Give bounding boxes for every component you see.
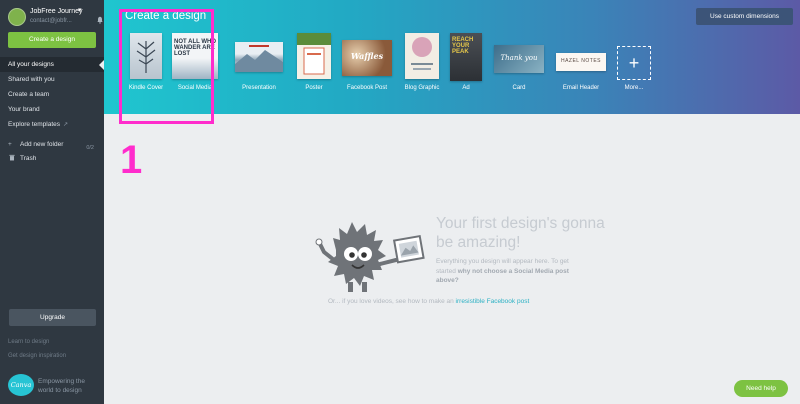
template-email-header[interactable]: HAZEL NOTES Email Header [556, 33, 606, 93]
template-ad[interactable]: REACH YOUR PEAK Ad [448, 33, 484, 93]
sidebar-item-all-designs[interactable]: All your designs [0, 57, 104, 72]
learn-to-design-link[interactable]: Learn to design [8, 339, 49, 345]
template-label: Presentation [242, 85, 276, 91]
sidebar-item-label: Your brand [8, 106, 40, 113]
template-label: Facebook Post [346, 85, 388, 91]
blog-graphic-thumbnail [405, 33, 439, 79]
template-card[interactable]: Thank you Card [494, 33, 544, 93]
add-folder-button[interactable]: + Add new folder 0/2 [0, 138, 104, 152]
presentation-thumbnail [235, 42, 283, 72]
avatar [8, 8, 26, 26]
sidebar-item-create-team[interactable]: Create a team [0, 87, 104, 102]
trash-icon [9, 154, 15, 161]
ad-thumbnail: REACH YOUR PEAK [450, 33, 482, 81]
design-inspiration-link[interactable]: Get design inspiration [8, 353, 66, 359]
sidebar-item-trash[interactable]: Trash [0, 152, 104, 166]
thumb-text: Thank you [500, 54, 538, 62]
trash-label: Trash [20, 155, 37, 162]
create-design-button[interactable]: Create a design [8, 32, 96, 48]
sidebar-item-label: All your designs [8, 61, 54, 68]
sidebar-nav: All your designs Shared with you Create … [0, 57, 104, 166]
template-label: Poster [305, 85, 323, 91]
template-label: Card [512, 85, 526, 91]
empty-state-description: Everything you design will appear here. … [436, 257, 586, 286]
facebook-post-link[interactable]: irresistible Facebook post [456, 298, 530, 305]
user-email: contact@jobfr... [30, 18, 72, 24]
monster-illustration [315, 222, 425, 292]
bell-icon[interactable] [96, 16, 104, 24]
facebook-post-thumbnail: Waffles [342, 40, 392, 76]
template-label: More... [624, 85, 644, 91]
need-help-button[interactable]: Need help [734, 380, 788, 397]
sidebar-item-shared[interactable]: Shared with you [0, 72, 104, 87]
user-name: JobFree Journey [30, 8, 83, 15]
poster-thumbnail [297, 33, 331, 79]
thumb-text: HAZEL NOTES [560, 58, 602, 64]
sidebar-item-label: Shared with you [8, 76, 55, 83]
add-folder-label: Add new folder [20, 141, 64, 148]
template-poster[interactable]: Poster [294, 33, 334, 93]
custom-dimensions-button[interactable]: Use custom dimensions [696, 8, 793, 25]
highlight-box [119, 9, 214, 124]
chevron-down-icon: ▾ [78, 7, 82, 14]
sidebar-item-explore-templates[interactable]: Explore templates ↗ [0, 117, 104, 132]
empty-state-title: Your first design's gonna be amazing! [436, 215, 605, 251]
email-header-thumbnail: HAZEL NOTES [556, 53, 606, 71]
plus-icon: + [8, 141, 12, 148]
template-more[interactable]: + More... [614, 33, 654, 93]
step-number: 1 [120, 138, 143, 182]
sidebar-item-label: Explore templates [8, 121, 61, 128]
template-label: Email Header [562, 85, 600, 91]
card-thumbnail: Thank you [494, 45, 544, 73]
template-blog-graphic[interactable]: Blog Graphic [402, 33, 442, 93]
sidebar: JobFree Journey ▾ contact@jobfr... Creat… [0, 0, 104, 404]
template-label: Blog Graphic [404, 85, 440, 91]
thumb-text: REACH YOUR PEAK [452, 37, 474, 55]
template-label: Ad [462, 85, 470, 91]
tagline: Empowering the world to design [38, 378, 85, 394]
upgrade-button[interactable]: Upgrade [9, 309, 96, 326]
template-facebook-post[interactable]: Waffles Facebook Post [342, 33, 392, 93]
sidebar-item-label: Create a team [8, 91, 50, 98]
canva-logo: Canva [8, 374, 34, 396]
plus-icon: + [617, 46, 651, 80]
thumb-text: Waffles [350, 51, 384, 61]
sidebar-item-brand[interactable]: Your brand [0, 102, 104, 117]
template-presentation[interactable]: Presentation [234, 33, 284, 93]
user-menu[interactable]: JobFree Journey ▾ contact@jobfr... [8, 6, 104, 28]
external-link-icon: ↗ [63, 122, 69, 128]
video-hint: Or... if you love videos, see how to mak… [328, 298, 529, 305]
video-hint-text: Or... if you love videos, see how to mak… [328, 298, 456, 305]
